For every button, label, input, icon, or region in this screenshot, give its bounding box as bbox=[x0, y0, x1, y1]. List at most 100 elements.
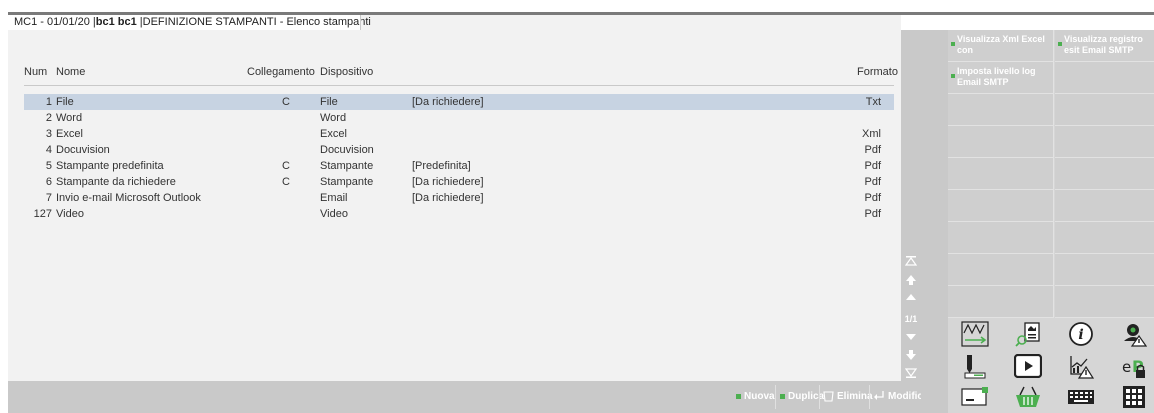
side-empty-cell bbox=[948, 190, 1054, 222]
window-title-tab: MC1 - 01/01/20 |bc1 bc1 |DEFINIZIONE STA… bbox=[8, 15, 371, 30]
visualizza-xml-excel-button[interactable]: Visualizza Xml Excel con bbox=[948, 30, 1054, 62]
scroll-up-icon[interactable] bbox=[901, 292, 921, 306]
imposta-livello-log-label: Imposta livello log Email SMTP bbox=[957, 66, 1036, 87]
side-empty-cell bbox=[948, 286, 1054, 318]
table-row[interactable]: 6 Stampante da richiedere C Stampante [D… bbox=[24, 174, 894, 190]
side-empty-cell bbox=[1055, 222, 1154, 254]
cell-nome: Stampante predefinita bbox=[56, 160, 164, 172]
header-nome[interactable]: Nome bbox=[56, 66, 85, 78]
table-row[interactable]: 3 Excel Excel Xml bbox=[24, 126, 894, 142]
cell-extra: [Da richiedere] bbox=[412, 96, 484, 108]
cell-num: 3 bbox=[45, 128, 52, 140]
side-empty-cell bbox=[948, 222, 1054, 254]
visualizza-registro-label: Visualizza registro esit Email SMTP bbox=[1064, 34, 1143, 55]
scroll-down-icon[interactable] bbox=[901, 332, 921, 346]
cell-num: 127 bbox=[33, 208, 52, 220]
cell-num: 7 bbox=[45, 192, 52, 204]
cell-num: 6 bbox=[45, 176, 52, 188]
cell-formato: Pdf bbox=[864, 208, 881, 220]
header-divider bbox=[24, 85, 894, 86]
visualizza-xml-excel-label: Visualizza Xml Excel con bbox=[957, 34, 1045, 55]
side-empty-cell bbox=[1055, 286, 1154, 318]
nuova-label: Nuova bbox=[744, 391, 775, 402]
scroll-first-icon[interactable] bbox=[901, 255, 921, 269]
green-marker-icon bbox=[1058, 42, 1062, 46]
green-marker-icon bbox=[780, 393, 785, 399]
cell-extra: [Da richiedere] bbox=[412, 176, 484, 188]
scroll-page-down-icon[interactable] bbox=[901, 349, 921, 363]
side-empty-cell bbox=[1055, 158, 1154, 190]
side-empty-cell bbox=[948, 94, 1054, 126]
green-marker-icon bbox=[951, 74, 955, 78]
side-panel-gutter bbox=[921, 30, 948, 413]
header-formato[interactable]: Formato bbox=[857, 66, 898, 78]
toolbar-divider bbox=[819, 385, 820, 409]
cell-num: 4 bbox=[45, 144, 52, 156]
header-collegamento[interactable]: Collegamento bbox=[247, 66, 315, 78]
enter-arrow-icon bbox=[874, 391, 884, 401]
cell-formato: Pdf bbox=[864, 192, 881, 204]
cell-dispositivo: Excel bbox=[320, 128, 347, 140]
side-empty-cell bbox=[948, 254, 1054, 286]
table-row[interactable]: 5 Stampante predefinita C Stampante [Pre… bbox=[24, 158, 894, 174]
scroll-page-up-icon[interactable] bbox=[901, 274, 921, 288]
svg-text:i: i bbox=[1078, 327, 1083, 343]
side-empty-cell bbox=[1055, 94, 1154, 126]
cell-nome: Stampante da richiedere bbox=[56, 176, 176, 188]
elimina-label: Elimina bbox=[837, 391, 873, 402]
table-row[interactable]: 127 Video Video Pdf bbox=[24, 206, 894, 222]
scroll-last-icon[interactable] bbox=[901, 367, 921, 381]
cell-collegamento: C bbox=[282, 96, 290, 108]
scroll-column bbox=[901, 30, 921, 381]
user-warning-icon[interactable] bbox=[1107, 318, 1154, 350]
top-area bbox=[0, 0, 1154, 12]
cell-extra: [Da richiedere] bbox=[412, 192, 484, 204]
side-empty-cell bbox=[1055, 126, 1154, 158]
table-row[interactable]: 7 Invio e-mail Microsoft Outlook Email [… bbox=[24, 190, 894, 206]
cell-nome: Word bbox=[56, 112, 83, 124]
table-row[interactable]: 1 File C File [Da richiedere] Txt bbox=[24, 94, 894, 110]
pen-list-icon[interactable] bbox=[948, 350, 1001, 382]
side-empty-cell bbox=[1055, 62, 1154, 94]
numpad-icon[interactable] bbox=[1107, 381, 1154, 413]
cell-dispositivo: Video bbox=[320, 208, 348, 220]
side-empty-cell bbox=[948, 126, 1054, 158]
cell-dispositivo: Stampante bbox=[320, 160, 374, 172]
cell-formato: Pdf bbox=[864, 160, 881, 172]
duplica-button[interactable]: Duplica bbox=[780, 381, 824, 413]
cell-collegamento: C bbox=[282, 160, 290, 172]
side-empty-cell bbox=[1055, 254, 1154, 286]
info-icon[interactable]: i bbox=[1054, 318, 1107, 350]
table-row[interactable]: 4 Docuvision Docuvision Pdf bbox=[24, 142, 894, 158]
keyboard-icon[interactable] bbox=[1054, 381, 1107, 413]
nuova-button[interactable]: Nuova bbox=[736, 381, 775, 413]
table-row[interactable]: 2 Word Word bbox=[24, 110, 894, 126]
elimina-button[interactable]: Elimina bbox=[823, 381, 873, 413]
title-section: DEFINIZIONE STAMPANTI - Elenco stampanti bbox=[142, 16, 371, 28]
epa-lock-icon[interactable]: eP bbox=[1107, 350, 1154, 382]
chart-exchange-icon[interactable] bbox=[948, 318, 1001, 350]
page-indicator: 1/1 bbox=[904, 314, 918, 324]
cell-nome: File bbox=[56, 96, 74, 108]
search-document-icon[interactable] bbox=[1001, 318, 1054, 350]
toolbar-divider bbox=[775, 385, 776, 409]
trash-icon bbox=[823, 391, 834, 402]
side-top-border bbox=[940, 12, 1154, 15]
cell-dispositivo: File bbox=[320, 96, 338, 108]
side-empty-cell bbox=[1055, 190, 1154, 222]
chart-warning-icon[interactable] bbox=[1054, 350, 1107, 382]
tab-edge bbox=[360, 15, 361, 30]
cell-dispositivo: Stampante bbox=[320, 176, 374, 188]
header-dispositivo[interactable]: Dispositivo bbox=[320, 66, 373, 78]
cell-collegamento: C bbox=[282, 176, 290, 188]
visualizza-registro-button[interactable]: Visualizza registro esit Email SMTP bbox=[1055, 30, 1154, 62]
imposta-livello-log-button[interactable]: Imposta livello log Email SMTP bbox=[948, 62, 1054, 94]
basket-icon[interactable] bbox=[1001, 381, 1054, 413]
svg-text:e: e bbox=[1122, 358, 1131, 376]
cell-extra: [Predefinita] bbox=[412, 160, 471, 172]
title-prefix: MC1 - 01/01/20 bbox=[14, 16, 90, 28]
play-screen-icon[interactable] bbox=[1001, 350, 1054, 382]
header-num[interactable]: Num bbox=[24, 66, 47, 78]
window-minimize-icon[interactable] bbox=[948, 381, 1001, 413]
cell-formato: Pdf bbox=[864, 144, 881, 156]
